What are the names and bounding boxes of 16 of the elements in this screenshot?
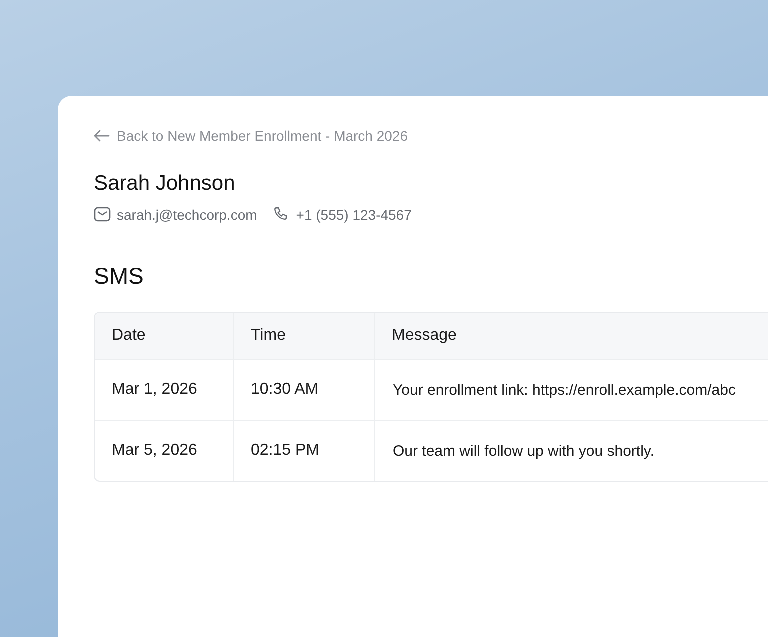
table-cell-text: Mar 5, 2026 [111,441,198,461]
table-cell: Your enrollment link: https://enroll.example.com/abc [374,360,768,420]
contact-phone: +1 (555) 123-4567 [296,206,412,222]
contact-name: Sarah Johnson [94,172,236,196]
arrow-left-icon [94,130,110,142]
back-link[interactable]: Back to New Member Enrollment - March 2026 [117,128,408,144]
column-header: Message [374,313,768,359]
column-header: Time [233,313,374,359]
table-cell-text: Mar 1, 2026 [111,380,198,400]
column-header: Date [111,326,147,346]
table-cell: 02:15 PM [233,421,374,481]
section-title: SMS [94,263,145,290]
table-cell: Our team will follow up with you shortly. [374,421,768,481]
table-cell: 10:30 AM [233,360,374,420]
envelope-icon [94,207,111,222]
contact-email: sarah.j@techcorp.com [117,206,258,222]
